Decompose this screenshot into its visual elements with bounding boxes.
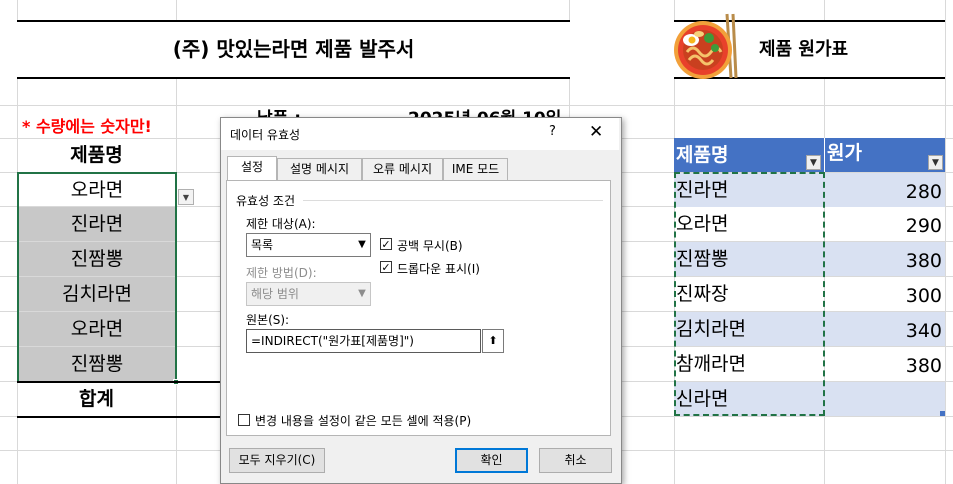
clear-all-button[interactable]: 모두 지우기(C) <box>229 448 325 473</box>
grid-line <box>945 0 946 484</box>
cell-dropdown-button[interactable]: ▼ <box>178 189 194 205</box>
quantity-note: * 수량에는 숫자만! <box>22 117 152 136</box>
in-cell-dropdown-checkbox[interactable]: ✓ <box>380 261 392 273</box>
source-label: 원본(S): <box>246 313 290 327</box>
data-select[interactable]: 해당 범위 ▼ <box>246 282 371 306</box>
source-value: =INDIRECT("원가표[제품명]") <box>251 334 414 348</box>
in-cell-dropdown-label: 드롭다운 표시(I) <box>397 262 480 276</box>
table-resize-handle[interactable] <box>940 411 945 416</box>
cell-selection-border <box>17 172 177 383</box>
price-title: 제품 원가표 <box>759 39 849 60</box>
ignore-blank-checkbox[interactable]: ✓ <box>380 238 392 250</box>
price-row-price: 290 <box>905 215 942 237</box>
total-border-bottom <box>17 416 222 418</box>
tab-input-message[interactable]: 설명 메시지 <box>277 158 362 180</box>
apply-all-label: 변경 내용을 설정이 같은 모든 셀에 적용(P) <box>255 414 472 428</box>
price-row-price: 380 <box>905 355 942 377</box>
tab-error-alert[interactable]: 오류 메시지 <box>362 158 443 180</box>
chevron-down-icon: ▼ <box>182 193 190 202</box>
copy-marquee <box>674 172 825 416</box>
collapse-dialog-icon[interactable]: ⬆ <box>482 329 504 353</box>
chevron-down-icon: ▼ <box>932 158 939 168</box>
cancel-button[interactable]: 취소 <box>539 448 612 473</box>
filter-button-name[interactable]: ▼ <box>806 155 821 170</box>
ok-button[interactable]: 확인 <box>455 448 528 473</box>
tab-settings[interactable]: 설정 <box>227 156 277 181</box>
price-row-price: 300 <box>905 285 942 307</box>
close-icon[interactable]: ✕ <box>589 122 603 142</box>
title-border-bottom <box>17 77 570 79</box>
chevron-down-icon: ▼ <box>358 239 366 250</box>
price-row-price: 340 <box>905 320 942 342</box>
criteria-group-label: 유효성 조건 <box>236 194 296 208</box>
ramen-bowl-icon <box>671 12 739 80</box>
price-table-header: 제품명 ▼ 원가 ▼ <box>674 138 945 172</box>
filter-button-price[interactable]: ▼ <box>928 155 943 170</box>
data-value: 해당 범위 <box>251 287 299 301</box>
total-label: 합계 <box>79 388 114 410</box>
allow-value: 목록 <box>251 238 274 252</box>
header-divider <box>824 138 825 172</box>
dialog-title: 데이터 유효성 <box>230 128 301 142</box>
data-label: 제한 방법(D): <box>246 266 317 280</box>
ignore-blank-label: 공백 무시(B) <box>397 239 463 253</box>
source-input[interactable]: =INDIRECT("원가표[제품명]") <box>246 329 481 353</box>
tab-ime-mode[interactable]: IME 모드 <box>443 158 508 180</box>
product-column-header: 제품명 <box>70 144 123 166</box>
price-table-header-price: 원가 <box>827 142 862 164</box>
price-row-price: 280 <box>905 181 942 203</box>
chevron-down-icon: ▼ <box>358 288 366 299</box>
chevron-down-icon: ▼ <box>810 158 817 168</box>
allow-label: 제한 대상(A): <box>246 217 316 231</box>
order-title: (주) 맛있는라면 제품 발주서 <box>17 22 570 77</box>
apply-all-checkbox[interactable] <box>238 414 250 426</box>
group-divider <box>303 200 603 201</box>
price-table-header-name: 제품명 <box>676 144 729 166</box>
price-row-price: 380 <box>905 250 942 272</box>
help-icon[interactable]: ? <box>549 124 556 139</box>
settings-pane: 유효성 조건 제한 대상(A): 목록 ▼ ✓ 공백 무시(B) ✓ 드롭다운 … <box>226 180 611 436</box>
allow-select[interactable]: 목록 ▼ <box>246 233 371 257</box>
data-validation-dialog: 데이터 유효성 ? ✕ 설정 설명 메시지 오류 메시지 IME 모드 유효성 … <box>220 117 622 484</box>
